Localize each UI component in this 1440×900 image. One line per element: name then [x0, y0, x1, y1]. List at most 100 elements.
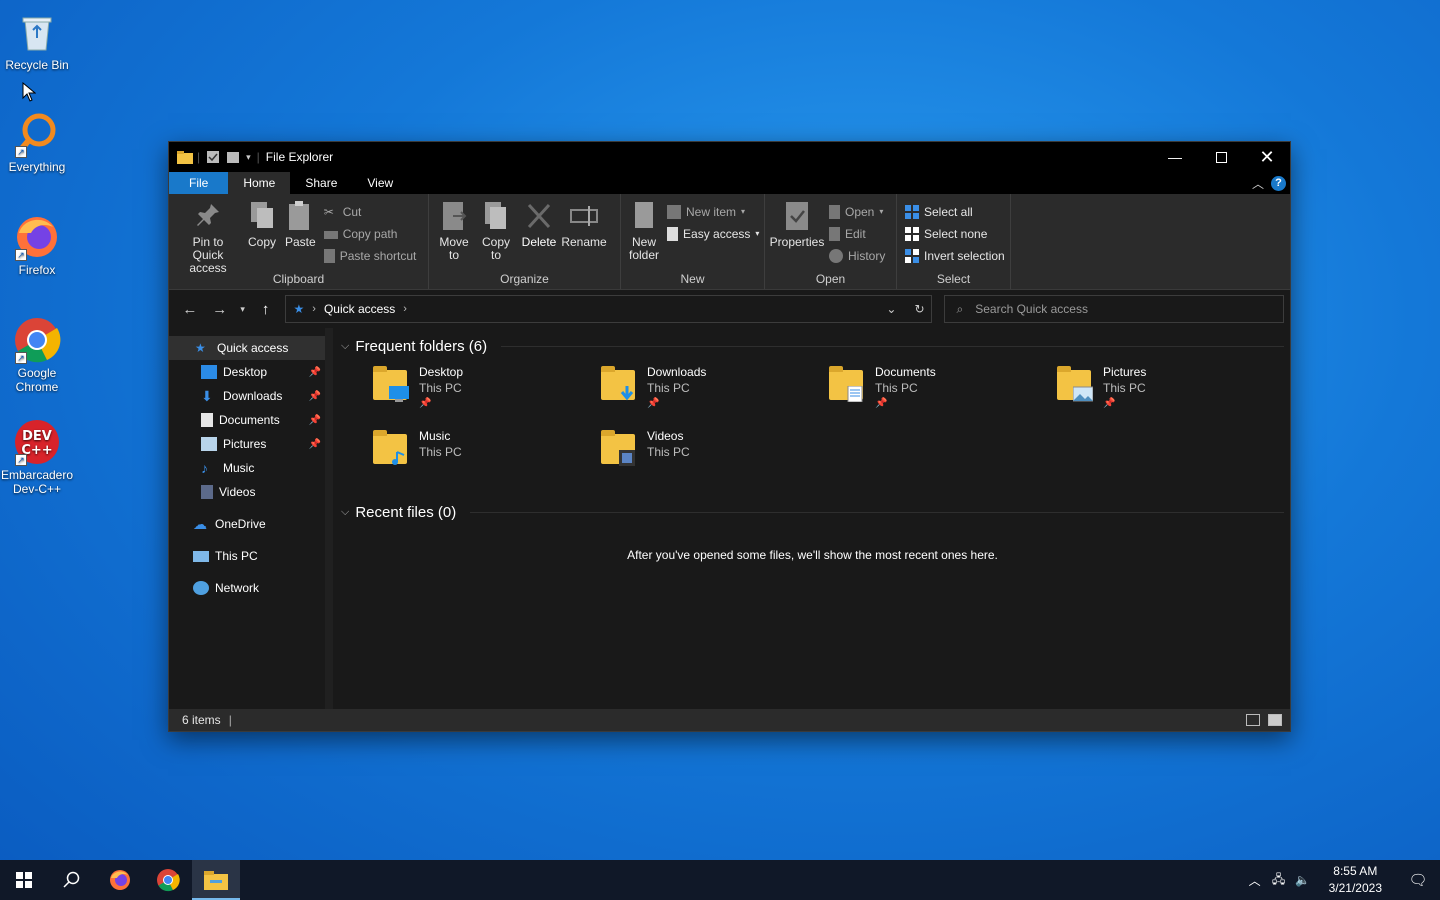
up-arrow-icon[interactable]: ↑: [251, 301, 281, 318]
copy-button[interactable]: Copy: [243, 200, 281, 271]
show-hidden-icons-icon[interactable]: ︿: [1243, 872, 1267, 889]
refresh-icon[interactable]: ↻: [914, 302, 924, 316]
new-folder-qat-icon[interactable]: [226, 150, 240, 164]
maximize-icon: [1215, 151, 1227, 163]
taskbar-firefox[interactable]: [96, 860, 144, 900]
edit-button[interactable]: Edit: [829, 225, 885, 242]
nav-item-documents[interactable]: Documents 📌: [169, 408, 325, 432]
rename-button[interactable]: Rename: [561, 200, 607, 271]
group-label: Select: [936, 272, 971, 286]
tab-share[interactable]: Share: [290, 172, 352, 194]
network-status-icon[interactable]: 🖧: [1267, 870, 1291, 891]
desktop-icon-devcpp[interactable]: DEV C++ ↗ Embarcadero Dev-C++: [0, 418, 74, 496]
nav-item-this-pc[interactable]: This PC: [169, 544, 325, 568]
select-all-button[interactable]: Select all: [905, 203, 1005, 220]
folder-tile-music[interactable]: Music This PC: [369, 428, 597, 492]
maximize-button[interactable]: [1198, 142, 1244, 172]
easy-access-label: Easy access: [683, 226, 751, 241]
desktop-icon-label: Recycle Bin: [5, 58, 69, 72]
properties-button[interactable]: Properties: [769, 200, 825, 271]
open-button[interactable]: Open ▾: [829, 203, 885, 220]
help-icon[interactable]: ?: [1271, 176, 1286, 191]
nav-item-quick-access[interactable]: ★ Quick access: [169, 336, 325, 360]
computer-icon: [193, 550, 209, 562]
frequent-folders-header[interactable]: ⌵ Frequent folders (6): [341, 334, 1284, 358]
paste-icon: [285, 200, 315, 232]
breadcrumb-quick-access[interactable]: Quick access: [324, 302, 395, 316]
nav-pane-scrollbar[interactable]: [325, 328, 333, 709]
pin-label: Pin to Quick access: [189, 235, 227, 275]
close-button[interactable]: ✕: [1244, 142, 1290, 172]
paste-button[interactable]: Paste: [281, 200, 320, 271]
folder-tile-documents[interactable]: Documents This PC 📌: [825, 364, 1053, 428]
shortcut-arrow-icon: ↗: [15, 454, 27, 466]
delete-button[interactable]: Delete: [517, 200, 561, 271]
start-button[interactable]: [0, 860, 48, 900]
recent-files-header[interactable]: ⌵ Recent files (0): [341, 500, 1284, 524]
taskbar-chrome[interactable]: [144, 860, 192, 900]
breadcrumb-chevron-icon[interactable]: ›: [312, 303, 316, 315]
address-bar[interactable]: ★ › Quick access › ⌄ ↻: [284, 295, 932, 323]
forward-arrow-icon[interactable]: →: [205, 301, 235, 318]
collapse-ribbon-icon[interactable]: ︿: [1252, 175, 1264, 192]
svg-text:DEV: DEV: [22, 429, 52, 444]
folder-tile-videos[interactable]: Videos This PC: [597, 428, 825, 492]
recycle-bin-icon: [13, 8, 61, 56]
volume-muted-icon[interactable]: 🔈: [1291, 873, 1315, 887]
taskbar-file-explorer[interactable]: [192, 860, 240, 900]
desktop-icon-label: Everything: [8, 160, 66, 174]
chevron-down-icon: ⌵: [341, 339, 350, 352]
new-item-button[interactable]: New item ▾: [667, 203, 759, 220]
search-icon: [63, 871, 80, 888]
nav-item-desktop[interactable]: Desktop 📌: [169, 360, 325, 384]
title-bar[interactable]: | ▾ | File Explorer — ✕: [169, 142, 1290, 172]
action-center-icon[interactable]: 🗨: [1396, 871, 1440, 889]
tab-home[interactable]: Home: [228, 172, 291, 194]
move-to-button[interactable]: Move to: [433, 200, 475, 271]
folder-tile-desktop[interactable]: Desktop This PC 📌: [369, 364, 597, 428]
desktop-icon-firefox[interactable]: ↗ Firefox: [0, 213, 74, 277]
paste-shortcut-button[interactable]: Paste shortcut: [323, 247, 416, 264]
nav-item-downloads[interactable]: ⬇ Downloads 📌: [169, 384, 325, 408]
folder-tile-pictures[interactable]: Pictures This PC 📌: [1053, 364, 1281, 428]
nav-item-onedrive[interactable]: ☁ OneDrive: [169, 512, 325, 536]
copy-path-button[interactable]: Copy path: [323, 225, 417, 242]
group-label: New: [680, 272, 705, 286]
tab-file[interactable]: File: [169, 172, 229, 194]
paste-shortcut-icon: [323, 248, 335, 263]
pin-icon: 📌: [1103, 398, 1116, 409]
nav-item-music[interactable]: ♪ Music: [169, 456, 325, 480]
details-view-icon[interactable]: [1246, 714, 1260, 726]
breadcrumb-chevron-icon[interactable]: ›: [403, 303, 407, 315]
new-folder-button[interactable]: New folder: [625, 200, 663, 271]
large-icons-view-icon[interactable]: [1268, 714, 1282, 726]
recent-files-empty-message: After you've opened some files, we'll sh…: [627, 548, 998, 562]
back-arrow-icon[interactable]: ←: [175, 301, 205, 318]
pin-to-quick-access-button[interactable]: Pin to Quick access: [173, 200, 243, 275]
copy-to-button[interactable]: Copy to: [475, 200, 517, 271]
search-input[interactable]: Search Quick access: [975, 302, 1088, 316]
group-label: Open: [815, 272, 846, 286]
tab-view[interactable]: View: [352, 172, 408, 194]
nav-item-pictures[interactable]: Pictures 📌: [169, 432, 325, 456]
search-box[interactable]: ⌕ Search Quick access: [943, 295, 1284, 323]
folder-tile-downloads[interactable]: Downloads This PC 📌: [597, 364, 825, 428]
recent-locations-icon[interactable]: ▾: [235, 304, 251, 315]
nav-item-videos[interactable]: Videos: [169, 480, 325, 504]
clock[interactable]: 8:55 AM 3/21/2023: [1315, 863, 1396, 897]
nav-item-network[interactable]: Network: [169, 576, 325, 600]
minimize-button[interactable]: —: [1152, 142, 1198, 172]
search-button[interactable]: [48, 860, 96, 900]
desktop-icon-recycle-bin[interactable]: Recycle Bin: [0, 8, 74, 72]
easy-access-button[interactable]: Easy access ▾: [667, 225, 759, 242]
address-dropdown-icon[interactable]: ⌄: [886, 302, 896, 316]
history-icon: [829, 248, 843, 263]
desktop-icon-chrome[interactable]: ↗ Google Chrome: [0, 316, 74, 394]
history-button[interactable]: History: [829, 247, 885, 264]
properties-qat-icon[interactable]: [206, 150, 220, 164]
desktop-icon-everything[interactable]: ↗ Everything: [0, 110, 74, 174]
qat-dropdown-icon[interactable]: ▾: [246, 152, 251, 163]
select-none-button[interactable]: Select none: [905, 225, 1005, 242]
cut-button[interactable]: ✂ Cut: [324, 203, 417, 220]
invert-selection-button[interactable]: Invert selection: [905, 247, 1005, 264]
